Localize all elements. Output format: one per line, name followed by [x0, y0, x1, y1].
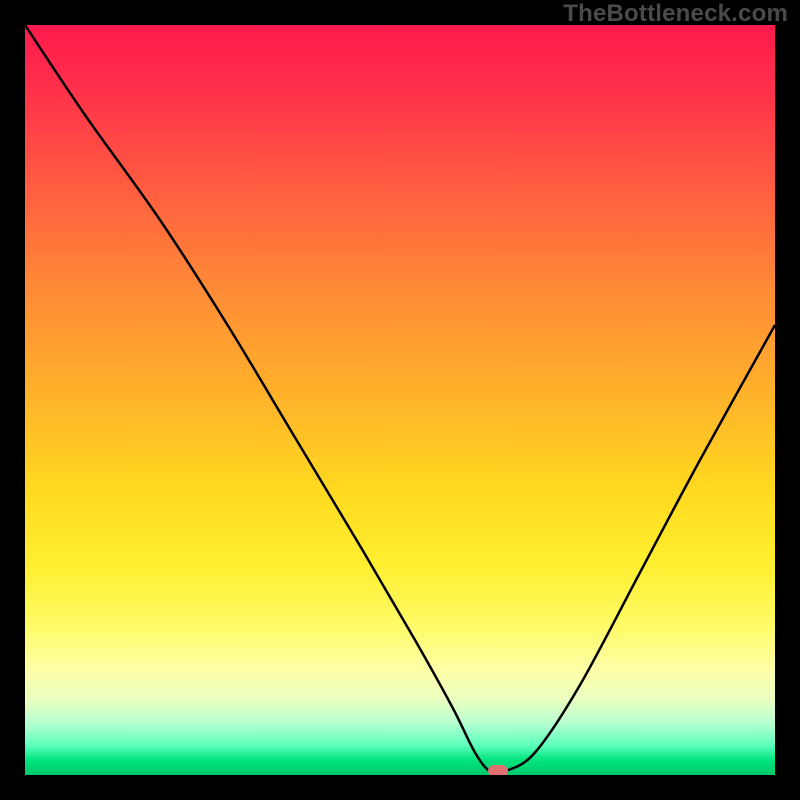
- watermark-text: TheBottleneck.com: [563, 0, 788, 28]
- chart-frame: TheBottleneck.com: [0, 0, 800, 800]
- bottleneck-marker: [488, 765, 508, 775]
- curve-path: [25, 25, 775, 774]
- plot-area: [25, 25, 775, 775]
- bottleneck-curve: [25, 25, 775, 775]
